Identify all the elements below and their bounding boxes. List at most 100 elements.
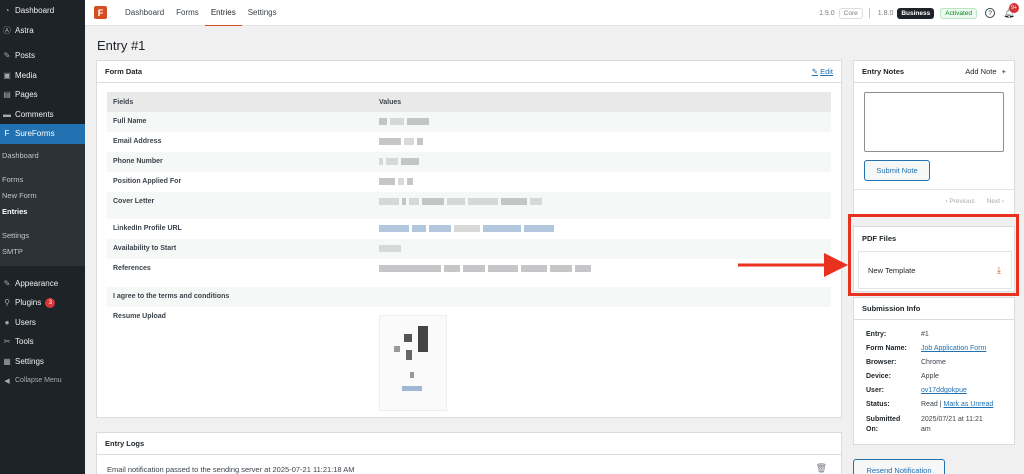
next-button[interactable]: Next › [987,198,1004,205]
info-row-entry: Entry: #1 [866,331,929,338]
submenu-settings[interactable]: Settings [0,228,85,244]
table-row: Resume Upload [107,307,831,417]
field-value-empty [373,287,831,307]
appearance-icon: ✎ [3,278,11,288]
astra-icon: Ⓐ [3,25,11,35]
sidebar-item-media[interactable]: ▣ Media [0,66,85,86]
topbar-right: 1.9.0 Core 1.8.0 Business Activated ? 🔔︎… [819,0,1024,26]
sidebar-item-label: Media [15,70,37,80]
sidebar-item-users[interactable]: ● Users [0,313,85,333]
tab-entries[interactable]: Entries [204,0,242,26]
dashboard-icon: ◔ [4,6,10,16]
plus-icon: + [1001,67,1006,76]
help-icon[interactable]: ? [985,8,995,18]
note-textarea[interactable] [864,92,1004,152]
business-badge: Business [897,7,935,19]
resume-preview[interactable] [373,307,831,417]
table-row: Phone Number [107,152,831,172]
info-row-status: Status: Read | Mark as Unread [866,401,994,408]
submenu-entries[interactable]: Entries [0,204,85,220]
add-note-button[interactable]: Add Note + [965,67,1006,76]
entry-notes-card: Entry Notes Add Note + Submit Note ‹ Pre… [853,60,1015,215]
sidebar-item-label: SureForms [15,129,55,139]
info-row-device: Device: Apple [866,373,939,380]
sidebar-item-dashboard[interactable]: ◔ Dashboard [0,1,85,21]
annotation-arrow [738,253,848,277]
sidebar-item-comments[interactable]: ▬ Comments [0,105,85,125]
field-name: Email Address [113,138,162,145]
users-icon: ● [4,317,10,327]
field-name: Position Applied For [113,178,182,185]
pdf-files-title: PDF Files [862,234,897,243]
sidebar-item-settings[interactable]: ▦ Settings [0,352,85,372]
download-icon[interactable]: ⤓ [997,265,1001,276]
sidebar-item-appearance[interactable]: ✎ Appearance [0,274,85,294]
trash-icon[interactable]: 🗑︎ [816,463,827,474]
sureforms-logo[interactable]: F [94,6,107,19]
sidebar-item-tools[interactable]: ✂ Tools [0,332,85,352]
edit-label: Edit [820,67,833,76]
submenu-smtp[interactable]: SMTP [0,244,85,260]
activated-badge: Activated [940,7,977,19]
tab-forms[interactable]: Forms [170,0,205,26]
sidebar-item-posts[interactable]: ✎ Posts [0,46,85,66]
field-value-redacted [373,172,831,192]
sidebar-item-label: Comments [15,109,54,119]
collapse-menu-button[interactable]: ◀ Collapse Menu [0,371,85,391]
sidebar-item-label: Collapse Menu [15,377,62,385]
table-row: Full Name [107,112,831,132]
resend-notification-button[interactable]: Resend Notification [853,459,945,474]
field-name: Resume Upload [113,313,166,320]
sidebar-item-plugins[interactable]: ⚲ Plugins 3 [0,293,85,313]
table-row: Cover Letter [107,192,831,219]
divider [868,8,870,18]
info-row-form-name: Form Name: Job Application Form [866,345,987,352]
column-header-fields: Fields [107,92,373,112]
column-header-values: Values [373,92,831,112]
submit-note-button[interactable]: Submit Note [864,160,930,181]
sidebar-item-pages[interactable]: ▤ Pages [0,85,85,105]
page-title: Entry #1 [97,38,146,53]
previous-button[interactable]: ‹ Previous [945,198,974,205]
sidebar-item-sureforms[interactable]: F SureForms [0,124,85,144]
submenu-forms[interactable]: Forms [0,172,85,188]
mark-unread-link[interactable]: Mark as Unread [944,401,994,408]
table-row: Availability to Start [107,239,831,259]
info-row-browser: Browser: Chrome [866,359,946,366]
submission-info-card: Submission Info Entry: #1 Form Name: Job A… [853,297,1015,445]
submenu-new-form[interactable]: New Form [0,188,85,204]
sidebar-item-label: Plugins [15,298,42,308]
info-row-submitted: Submitted On: 2025/07/21 at 11:21 am [866,416,983,433]
pin-icon: ✎ [3,51,11,61]
field-value-redacted [373,152,831,172]
edit-link[interactable]: ✎ Edit [812,67,833,76]
tab-dashboard[interactable]: Dashboard [119,0,170,26]
tab-settings[interactable]: Settings [242,0,283,26]
pages-icon: ▤ [3,90,11,100]
form-data-table: Fields Values Full Name Email Address Ph… [107,92,831,417]
field-name: Phone Number [107,152,373,172]
form-name-link[interactable]: Job Application Form [921,345,986,352]
table-row: I agree to the terms and conditions [107,287,831,307]
user-link[interactable]: ov17ddgokpue [921,387,967,394]
pdf-template-row[interactable]: New Template ⤓ [858,251,1012,289]
submission-info-title: Submission Info [854,298,1014,320]
resume-thumbnail[interactable] [379,315,447,411]
sureforms-icon: F [4,129,10,139]
plugin-topbar: F Dashboard Forms Entries Settings 1.9.0… [85,0,1024,26]
sidebar-item-label: Posts [15,51,36,61]
sidebar-item-label: Settings [15,356,44,366]
media-icon: ▣ [3,70,11,80]
table-row: Email Address [107,132,831,152]
sidebar-item-label: Users [15,317,36,327]
field-value-redacted [373,132,831,152]
info-row-user: User: ov17ddgokpue [866,387,967,394]
table-row: LinkedIn Profile URL [107,219,831,239]
tools-icon: ✂ [3,337,11,347]
submenu-dashboard[interactable]: Dashboard [0,148,85,164]
sidebar-item-astra[interactable]: Ⓐ Astra [0,21,85,41]
plugins-icon: ⚲ [4,298,10,308]
notification-bell[interactable]: 🔔︎ 9+ [1002,3,1019,20]
divider [854,189,1014,190]
settings-icon: ▦ [3,356,11,366]
